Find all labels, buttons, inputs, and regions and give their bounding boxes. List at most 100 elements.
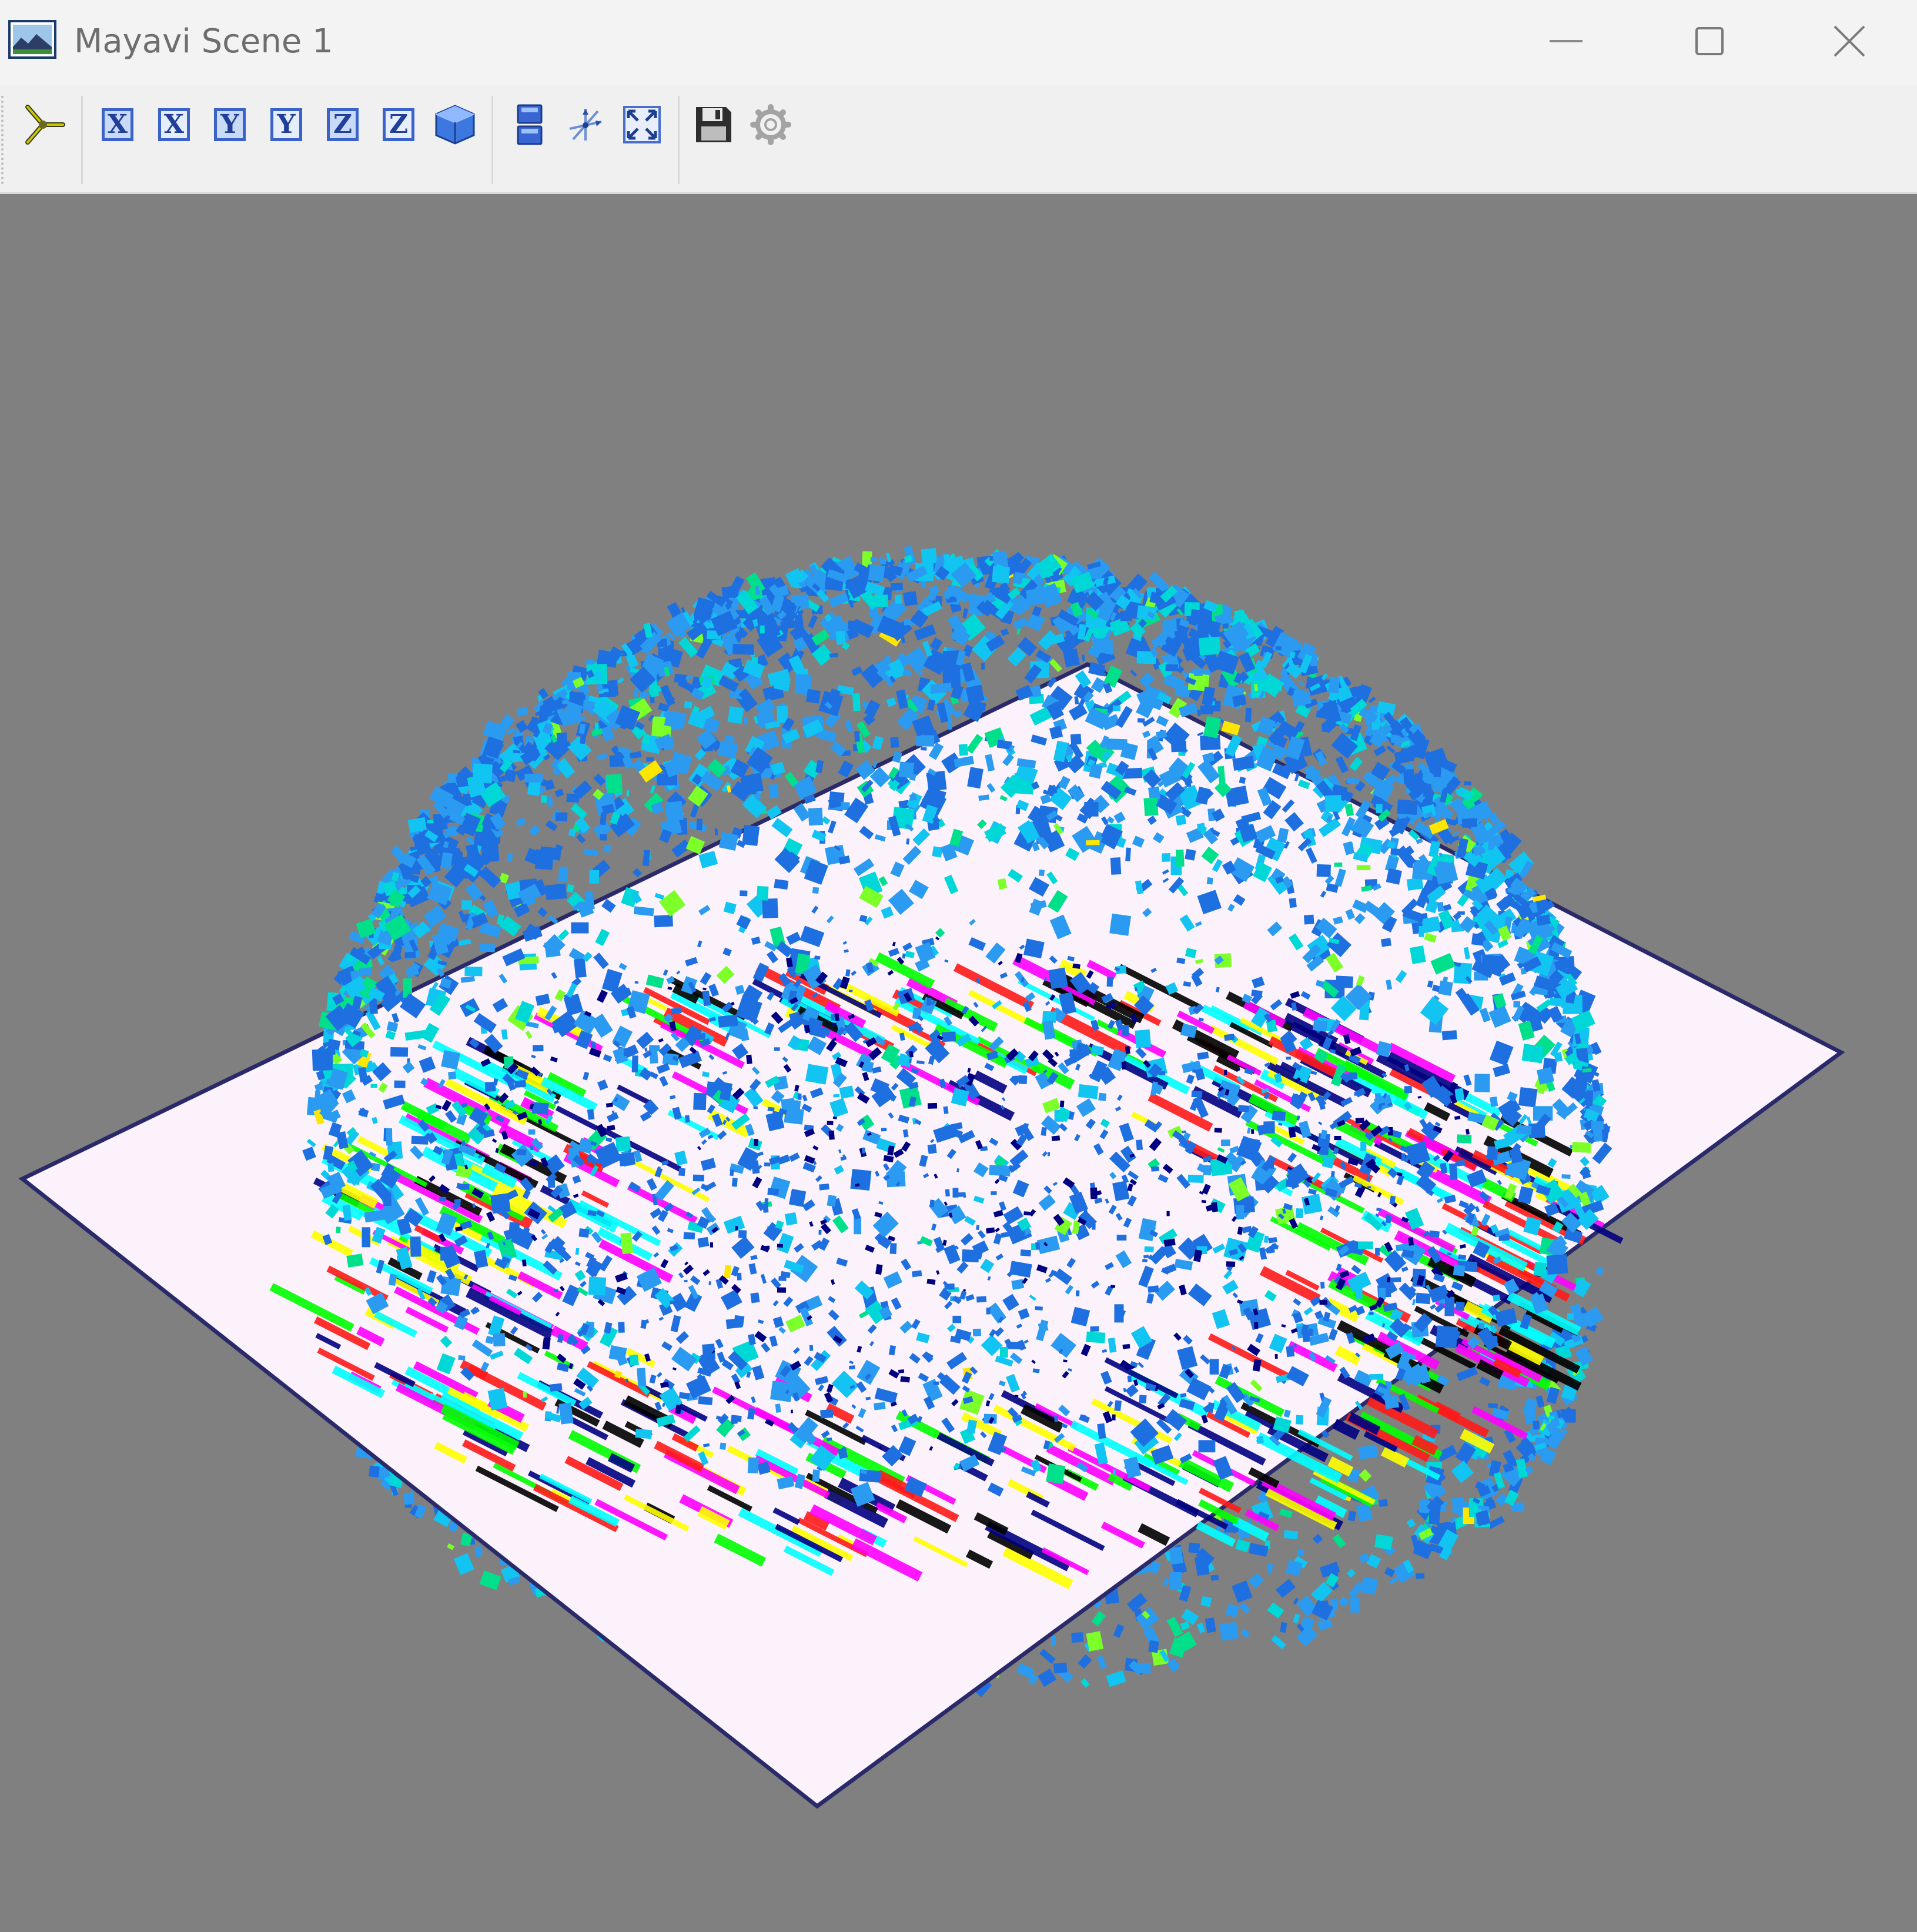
pipeline-button[interactable] xyxy=(16,98,69,151)
vector-glyph xyxy=(1376,804,1383,814)
vector-glyph xyxy=(1078,1084,1099,1099)
vector-glyph xyxy=(854,731,860,742)
vector-glyph xyxy=(1441,1030,1457,1041)
vector-glyph xyxy=(770,1381,794,1402)
vector-glyph xyxy=(1199,636,1221,656)
vector-glyph xyxy=(1256,1436,1264,1445)
view-minus-z-button[interactable]: Z xyxy=(372,98,425,151)
vector-glyph xyxy=(854,1216,862,1235)
maximize-button[interactable] xyxy=(1638,0,1781,82)
vector-glyph xyxy=(558,866,569,883)
vector-glyph xyxy=(1196,1622,1206,1633)
vector-glyph xyxy=(1360,1576,1379,1595)
axes-indicator-button[interactable] xyxy=(559,98,612,151)
vector-glyph xyxy=(740,890,748,897)
vector-glyph xyxy=(742,824,760,846)
vector-glyph xyxy=(578,1228,590,1238)
vector-glyph xyxy=(1295,1208,1304,1218)
vector-glyph xyxy=(1139,672,1155,688)
vector-glyph xyxy=(1386,1214,1391,1224)
vector-glyph xyxy=(1175,814,1187,825)
parallel-projection-button[interactable] xyxy=(503,98,556,151)
vector-glyph xyxy=(805,1064,829,1085)
vector-glyph xyxy=(674,674,687,684)
close-button[interactable] xyxy=(1781,0,1917,82)
vector-glyph xyxy=(1336,975,1353,988)
vector-glyph xyxy=(474,1546,483,1557)
vector-glyph xyxy=(1167,1658,1180,1673)
toolbar-grip[interactable] xyxy=(1,96,4,184)
vector-glyph xyxy=(604,692,616,697)
vector-glyph xyxy=(1444,1296,1455,1316)
vector-glyph xyxy=(1135,1029,1152,1048)
vector-glyph xyxy=(764,1162,771,1166)
vector-glyph xyxy=(1490,1096,1498,1107)
vector-glyph xyxy=(1235,1205,1244,1219)
vector-glyph xyxy=(327,1163,334,1172)
vector-glyph xyxy=(833,1094,840,1098)
vector-glyph xyxy=(933,1381,939,1385)
vector-glyph xyxy=(1456,788,1466,794)
title-bar[interactable]: Mayavi Scene 1 xyxy=(0,0,1917,85)
vector-glyph xyxy=(1200,706,1213,714)
vector-glyph xyxy=(727,706,744,724)
vector-glyph xyxy=(490,1193,511,1214)
vector-glyph xyxy=(852,693,861,711)
vector-glyph xyxy=(540,795,547,803)
vector-glyph xyxy=(1453,1264,1466,1276)
vector-glyph xyxy=(812,887,819,894)
minimize-button[interactable] xyxy=(1494,0,1638,82)
vector-glyph xyxy=(698,1396,713,1405)
vector-glyph xyxy=(1196,823,1206,831)
view-plus-x-button[interactable]: X xyxy=(91,98,144,151)
save-button[interactable] xyxy=(687,98,740,151)
vector-glyph xyxy=(718,675,740,693)
vector-glyph xyxy=(1143,797,1159,816)
vector-glyph xyxy=(617,677,624,684)
vector-glyph xyxy=(1112,705,1121,711)
view-minus-x-button[interactable]: X xyxy=(148,98,200,151)
vector-glyph xyxy=(404,951,416,959)
vector-glyph xyxy=(954,710,963,718)
vector-glyph xyxy=(1084,802,1099,817)
vector-glyph xyxy=(1096,1655,1107,1670)
vector-glyph xyxy=(1169,1572,1183,1590)
vector-glyph xyxy=(696,818,703,831)
vector-glyph xyxy=(545,883,567,900)
vector-glyph xyxy=(1106,1670,1126,1687)
vector-glyph xyxy=(750,1292,760,1303)
vector-glyph xyxy=(1347,1510,1357,1522)
vector-glyph xyxy=(1457,911,1465,915)
vector-glyph xyxy=(727,785,731,793)
full-screen-button[interactable] xyxy=(615,98,668,151)
vector-glyph xyxy=(1350,1597,1360,1613)
vector-glyph xyxy=(927,1144,937,1154)
vector-glyph xyxy=(1549,997,1565,1007)
vector-glyph xyxy=(594,670,602,681)
vector-glyph xyxy=(456,775,469,788)
vector-glyph xyxy=(720,1442,727,1450)
vector-glyph xyxy=(1426,752,1440,758)
vector-glyph xyxy=(684,1279,688,1282)
vector-glyph xyxy=(1283,1530,1299,1539)
toolbar-separator xyxy=(491,96,493,184)
view-plus-z-button[interactable]: Z xyxy=(316,98,369,151)
vector-glyph xyxy=(1338,1596,1350,1607)
scene-viewport[interactable] xyxy=(0,194,1917,1932)
mayavi-scene-icon xyxy=(8,20,56,59)
vector-glyph xyxy=(1492,1335,1498,1343)
vector-glyph xyxy=(1162,1577,1170,1586)
vector-glyph xyxy=(921,547,938,564)
vector-glyph xyxy=(784,1212,798,1226)
view-plus-y-button[interactable]: Y xyxy=(203,98,256,151)
configure-scene-button[interactable] xyxy=(744,98,797,151)
isometric-view-button[interactable] xyxy=(429,98,481,151)
vector-glyph xyxy=(1148,1640,1159,1653)
view-minus-y-button[interactable]: Y xyxy=(260,98,313,151)
vector-glyph xyxy=(646,757,654,762)
vector-glyph xyxy=(1461,818,1477,828)
scene-canvas[interactable] xyxy=(0,194,1917,1932)
vector-glyph xyxy=(1312,1533,1323,1545)
vector-glyph xyxy=(1224,1069,1227,1075)
vector-glyph xyxy=(1181,1608,1199,1625)
